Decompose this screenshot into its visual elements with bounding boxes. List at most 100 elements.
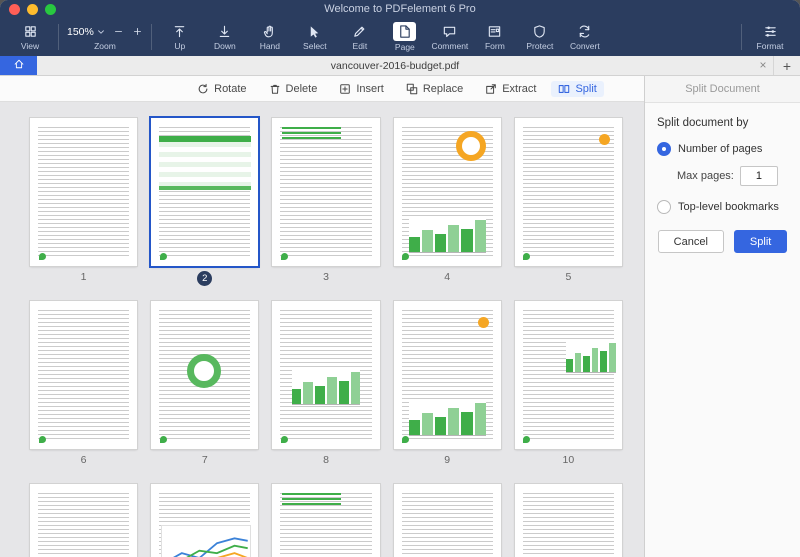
- thumbnail-grid: 1234567891011 12131415: [0, 102, 644, 557]
- page-thumbnail-8[interactable]: 8: [272, 301, 380, 470]
- main-toolbar: View 150% Zoom Up Down Hand Select Edit Page C…: [0, 18, 800, 56]
- window-title: Welcome to PDFelement 6 Pro: [324, 3, 476, 15]
- greenheader-graphic: [282, 126, 341, 139]
- zoom-out-button[interactable]: [113, 26, 124, 37]
- down-button-label: Down: [213, 41, 236, 51]
- donut-green-graphic: [186, 354, 221, 389]
- toolbar-buttons: Up Down Hand Select Edit Page Comment Form Prote…: [158, 20, 607, 54]
- replace-page-button-label: Replace: [422, 82, 464, 95]
- split-icon: [558, 83, 570, 95]
- radio-unselected-icon: [657, 200, 671, 214]
- page-thumbnail-1[interactable]: 1: [30, 118, 138, 287]
- toolbar-button-edit[interactable]: Edit: [338, 20, 382, 54]
- page-thumbnail-15[interactable]: 15: [514, 484, 622, 557]
- zoom-in-button[interactable]: [132, 26, 143, 37]
- rotate-page-button[interactable]: Rotate: [190, 81, 253, 97]
- close-window-button[interactable]: [9, 4, 20, 15]
- split-button[interactable]: Split: [733, 230, 788, 253]
- logo-graphic: [159, 436, 167, 444]
- new-tab-button[interactable]: +: [774, 56, 800, 75]
- page-icon: [393, 22, 417, 41]
- page-thumbnail-2[interactable]: 2: [151, 118, 259, 287]
- toolbar-button-comment[interactable]: Comment: [428, 20, 472, 54]
- page-preview: [151, 301, 259, 449]
- panel-title: Split Document: [645, 76, 800, 103]
- page-number: 2: [151, 271, 258, 287]
- view-button[interactable]: View: [8, 20, 52, 54]
- minimize-window-button[interactable]: [27, 4, 38, 15]
- radio-selected-icon: [657, 142, 671, 156]
- logo-graphic: [38, 436, 46, 444]
- page-preview: [514, 484, 622, 557]
- comment-icon: [442, 23, 457, 40]
- up-icon: [172, 23, 187, 40]
- toolbar-button-select[interactable]: Select: [293, 20, 337, 54]
- toolbar-button-up[interactable]: Up: [158, 20, 202, 54]
- toolbar-button-protect[interactable]: Protect: [518, 20, 562, 54]
- hand-button-label: Hand: [259, 41, 281, 51]
- insert-icon: [339, 83, 351, 95]
- delete-page-button[interactable]: Delete: [262, 81, 325, 97]
- page-thumbnail-5[interactable]: 5: [514, 118, 622, 287]
- minus-icon: [113, 26, 124, 37]
- page-number: 6: [80, 454, 87, 466]
- insert-page-button[interactable]: Insert: [332, 81, 391, 97]
- document-tab[interactable]: vancouver-2016-budget.pdf ×: [37, 56, 774, 75]
- page-preview: [151, 484, 259, 557]
- page-button-label: Page: [394, 42, 415, 52]
- format-icon: [763, 23, 778, 40]
- page-preview: [514, 301, 622, 449]
- form-button-label: Form: [484, 41, 505, 51]
- page-thumbnail-14[interactable]: 14: [393, 484, 501, 557]
- cancel-button[interactable]: Cancel: [657, 230, 724, 253]
- page-preview: [272, 118, 380, 266]
- page-number: 7: [201, 454, 208, 466]
- document-tab-title: vancouver-2016-budget.pdf: [330, 59, 460, 72]
- split-page-button-label: Split: [575, 82, 597, 95]
- page-thumbnail-6[interactable]: 6: [30, 301, 138, 470]
- select-button-label: Select: [303, 41, 327, 51]
- page-thumbnail-10[interactable]: 10: [514, 301, 622, 470]
- close-tab-icon[interactable]: ×: [753, 56, 773, 75]
- table-graphic: [158, 135, 251, 191]
- workspace: Rotate Delete Insert Replace Extract Split 12…: [0, 76, 644, 557]
- logo-graphic: [523, 253, 531, 261]
- page-thumbnail-12[interactable]: 12: [151, 484, 259, 557]
- replace-page-button[interactable]: Replace: [399, 81, 470, 97]
- toolbar-button-form[interactable]: Form: [473, 20, 517, 54]
- page-preview: [272, 484, 380, 557]
- page-thumbnail-7[interactable]: 7: [151, 301, 259, 470]
- toolbar-separator: [58, 24, 59, 50]
- toolbar-button-hand[interactable]: Hand: [248, 20, 292, 54]
- split-document-panel: Split Document Split document by Number …: [644, 76, 800, 557]
- split-page-button[interactable]: Split: [551, 80, 604, 97]
- page-thumbnail-13[interactable]: 13: [272, 484, 380, 557]
- format-button[interactable]: Format: [748, 20, 792, 54]
- protect-icon: [532, 23, 547, 40]
- hand-icon: [262, 23, 277, 40]
- page-thumbnail-4[interactable]: 4: [393, 118, 501, 287]
- page-thumbnail-9[interactable]: 9: [393, 301, 501, 470]
- view-button-label: View: [20, 41, 40, 51]
- toolbar-button-down[interactable]: Down: [203, 20, 247, 54]
- window-controls: [9, 4, 56, 15]
- page-thumbnail-3[interactable]: 3: [272, 118, 380, 287]
- toolbar-button-convert[interactable]: Convert: [563, 20, 607, 54]
- page-preview: [30, 301, 138, 449]
- page-preview: [30, 484, 138, 557]
- max-pages-input[interactable]: [739, 166, 778, 186]
- convert-button-label: Convert: [569, 41, 600, 51]
- dot-graphic: [599, 134, 611, 146]
- extract-page-button[interactable]: Extract: [478, 81, 543, 97]
- zoom-level-dropdown[interactable]: 150%: [67, 26, 105, 38]
- home-button[interactable]: [0, 56, 37, 75]
- radio-top-level-bookmarks[interactable]: Top-level bookmarks: [657, 200, 788, 214]
- logo-graphic: [159, 253, 167, 261]
- dot-graphic: [478, 317, 490, 329]
- zoom-window-button[interactable]: [45, 4, 56, 15]
- page-toolbar: Rotate Delete Insert Replace Extract Split: [0, 76, 644, 102]
- toolbar-button-page[interactable]: Page: [383, 20, 427, 54]
- page-thumbnail-11[interactable]: 11: [30, 484, 138, 557]
- page-number: 1: [80, 271, 87, 283]
- radio-number-of-pages[interactable]: Number of pages: [657, 142, 788, 156]
